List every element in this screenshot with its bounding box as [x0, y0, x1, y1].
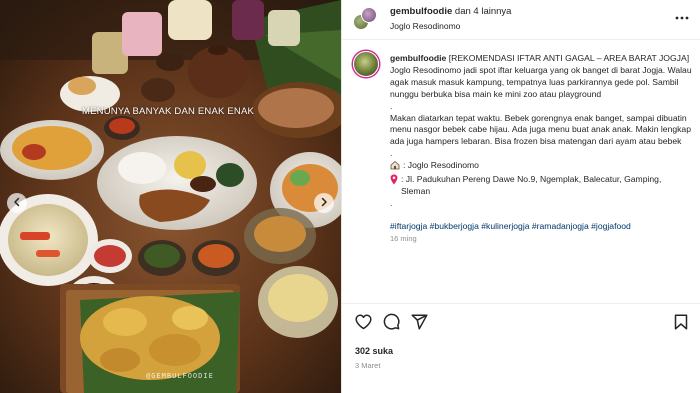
- caption-paragraph: Makan diatarkan tepat waktu. Bebek goren…: [390, 112, 691, 147]
- heart-icon: [354, 314, 372, 335]
- place-name: : Joglo Resodinomo: [403, 160, 479, 171]
- chevron-right-icon: [319, 194, 329, 212]
- photo-watermark: @GEMBULFOODIE: [146, 372, 214, 380]
- avatar[interactable]: [353, 51, 379, 77]
- caption-separator: .: [390, 197, 393, 208]
- food-spread-image: [0, 0, 341, 393]
- caption-separator: .: [390, 148, 393, 159]
- post-details-panel: gembulfoodie dan 4 lainnya Joglo Resodin…: [341, 0, 700, 393]
- caption-title: [REKOMENDASI IFTAR ANTI GAGAL – AREA BAR…: [448, 53, 690, 63]
- post-authors: gembulfoodie dan 4 lainnya: [390, 6, 511, 17]
- caption-text: gembulfoodie [REKOMENDASI IFTAR ANTI GAG…: [390, 53, 692, 245]
- photo-overlay-text: MENUNYA BANYAK DAN ENAK ENAK: [82, 106, 255, 117]
- place-line: : Joglo Resodinomo: [390, 160, 692, 174]
- collab-avatars[interactable]: [353, 7, 377, 31]
- pin-icon: [390, 174, 398, 189]
- collaborators-link[interactable]: dan 4 lainnya: [455, 6, 512, 17]
- more-horizontal-icon: [675, 7, 689, 25]
- author-username-link[interactable]: gembulfoodie: [390, 6, 452, 17]
- post-header: gembulfoodie dan 4 lainnya Joglo Resodin…: [342, 0, 700, 40]
- send-icon: [410, 313, 428, 335]
- house-icon: [390, 160, 400, 174]
- caption-paragraph: Joglo Resodinomo jadi spot iftar keluarg…: [390, 64, 692, 99]
- hashtag-links[interactable]: #iftarjogja #bukberjogja #kulinerjogja #…: [390, 221, 692, 233]
- share-button[interactable]: [409, 313, 429, 335]
- caption-section: gembulfoodie [REKOMENDASI IFTAR ANTI GAG…: [342, 41, 700, 303]
- instagram-post: MENUNYA BANYAK DAN ENAK ENAK @GEMBULFOOD…: [0, 0, 700, 393]
- avatar: [361, 7, 377, 23]
- like-button[interactable]: [353, 314, 373, 334]
- bookmark-icon: [674, 313, 688, 335]
- comment-icon: [383, 313, 400, 335]
- post-photo[interactable]: MENUNYA BANYAK DAN ENAK ENAK @GEMBULFOOD…: [0, 0, 341, 393]
- next-photo-button[interactable]: [314, 193, 334, 213]
- previous-photo-button[interactable]: [7, 193, 27, 213]
- save-button[interactable]: [671, 313, 691, 335]
- location-link[interactable]: Joglo Resodinomo: [390, 21, 460, 31]
- post-date: 3 Maret: [355, 361, 381, 370]
- address-line: : Jl. Padukuhan Pereng Dawe No.9, Ngempl…: [390, 174, 692, 198]
- caption-separator: .: [390, 100, 393, 111]
- caption-username-link[interactable]: gembulfoodie: [390, 53, 446, 63]
- address-text: : Jl. Padukuhan Pereng Dawe No.9, Ngempl…: [401, 174, 662, 196]
- chevron-left-icon: [12, 194, 22, 212]
- post-actions: 302 suka 3 Maret: [342, 303, 700, 393]
- like-count[interactable]: 302 suka: [355, 346, 393, 356]
- more-options-button[interactable]: [674, 8, 690, 24]
- caption-timestamp: 16 ming: [390, 233, 417, 243]
- comment-button[interactable]: [381, 313, 401, 335]
